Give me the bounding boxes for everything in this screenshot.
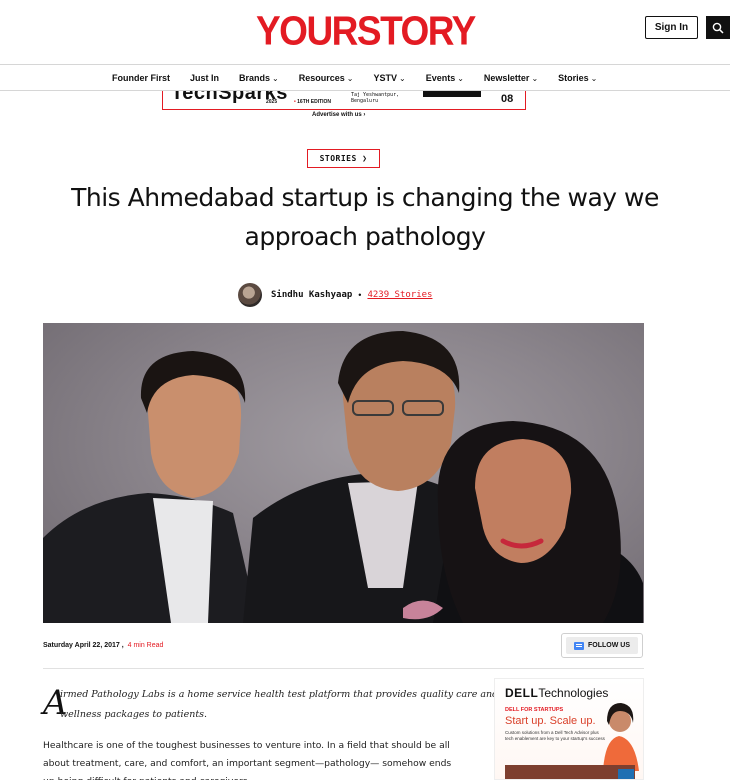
ad-date: 08: [501, 93, 514, 105]
side-ad-tag: DELL FOR STARTUPS: [505, 707, 564, 713]
site-logo[interactable]: YOURSTORY: [256, 8, 476, 54]
nav-label: Founder First: [112, 73, 170, 83]
chevron-down-icon: ⌄: [457, 73, 464, 83]
nav-item-founder-first[interactable]: Founder First: [112, 73, 170, 83]
follow-us-inner: FOLLOW US: [566, 637, 638, 654]
side-ad-headline: Start up. Scale up.: [505, 715, 596, 727]
author-name[interactable]: Sindhu Kashyaap: [271, 290, 352, 300]
nav-item-events[interactable]: Events ⌄: [426, 73, 464, 83]
article-date: Saturday April 22, 2017 , 4 min Read: [43, 642, 163, 649]
advertise-label: Advertise with us: [312, 112, 362, 118]
meta-divider: [43, 668, 644, 669]
follow-us-button[interactable]: FOLLOW US: [561, 633, 643, 658]
nav-label: YSTV: [373, 73, 397, 83]
chevron-down-icon: ⌄: [590, 73, 598, 83]
side-ad-person-illustration: [603, 703, 639, 771]
ad-edition: • 16TH EDITION: [294, 99, 331, 105]
search-icon: [712, 22, 724, 34]
date-label: Saturday April 22, 2017 ,: [43, 642, 124, 649]
lead-paragraph-line: wellness packages to patients.: [60, 709, 208, 720]
nav-item-newsletter[interactable]: Newsletter ⌄: [484, 73, 538, 83]
ad-venue-line: Bengaluru: [351, 98, 379, 104]
nav-item-stories[interactable]: Stories ⌄: [558, 73, 597, 83]
category-label: STORIES: [319, 154, 357, 163]
read-time: 4 min Read: [127, 642, 164, 649]
author-avatar[interactable]: [238, 283, 262, 307]
intel-badge-icon: [618, 769, 634, 779]
side-ad-footer: [505, 765, 635, 779]
chevron-down-icon: ⌄: [398, 73, 406, 83]
body-paragraph: Healthcare is one of the toughest busine…: [43, 740, 452, 780]
hero-image: [43, 323, 644, 623]
nav-item-ystv[interactable]: YSTV ⌄: [373, 73, 405, 83]
google-news-icon: [574, 641, 584, 650]
author-stories-link[interactable]: 4239 Stories: [367, 290, 432, 300]
site-header: YOURSTORY Sign In: [0, 0, 730, 64]
chevron-right-icon: ❯: [362, 154, 368, 163]
sign-in-button[interactable]: Sign In: [645, 16, 698, 39]
category-tag[interactable]: STORIES ❯: [307, 149, 380, 168]
nav-item-brands[interactable]: Brands ⌄: [239, 73, 279, 83]
chevron-down-icon: ⌄: [272, 73, 279, 83]
ad-decoration: [423, 91, 481, 97]
nav-label: Resources: [298, 73, 345, 83]
nav-label: Just In: [190, 73, 220, 83]
top-ad-banner[interactable]: TechSparks 2025 • 16TH EDITION Taj Yeshw…: [162, 91, 526, 110]
nav-label: Brands: [239, 73, 271, 83]
dell-logo-bold: DELL: [505, 686, 539, 700]
author-row: Sindhu Kashyaap • 4239 Stories: [238, 283, 432, 307]
chevron-down-icon: ⌄: [531, 73, 539, 83]
side-ad-copy: Custom solutions from a Dell Tech Adviso…: [505, 730, 605, 741]
nav-label: Newsletter: [483, 73, 530, 83]
article-title: This Ahmedabad startup is changing the w…: [71, 183, 659, 251]
nav-items: Founder First Just In Brands ⌄ Resources ⌄…: [112, 65, 617, 91]
advertise-link[interactable]: Advertise with us ›: [312, 112, 365, 118]
separator-dot: •: [358, 290, 362, 300]
chevron-down-icon: ⌄: [346, 73, 354, 83]
follow-us-label: FOLLOW US: [588, 642, 630, 649]
side-ad[interactable]: DELLTechnologies DELL FOR STARTUPS Start…: [494, 678, 644, 780]
search-button[interactable]: [706, 16, 730, 39]
ad-edition-label: 16TH EDITION: [297, 99, 332, 105]
lead-paragraph-line: irmed Pathology Labs is a home service h…: [60, 689, 499, 700]
nav-item-just-in[interactable]: Just In: [190, 73, 219, 83]
main-nav: Founder First Just In Brands ⌄ Resources ⌄…: [0, 65, 730, 91]
chevron-right-icon: ›: [363, 112, 366, 118]
nav-label: Stories: [558, 73, 589, 83]
ad-year: 2025: [266, 99, 278, 105]
ad-venue: Taj Yeshwantpur, Bengaluru: [351, 92, 399, 104]
nav-item-resources[interactable]: Resources ⌄: [299, 73, 354, 83]
nav-label: Events: [425, 73, 456, 83]
hero-photo-illustration: [43, 331, 643, 623]
